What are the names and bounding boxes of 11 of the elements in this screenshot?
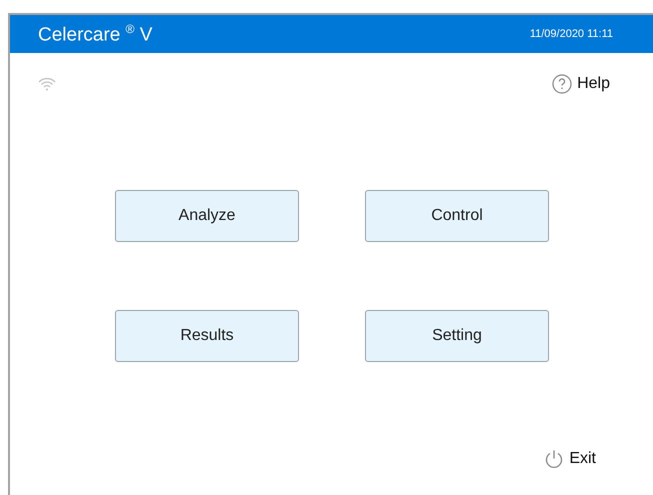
menu-button[interactable]: Analyze xyxy=(115,190,299,242)
menu-button[interactable]: Control xyxy=(365,190,549,242)
help-icon xyxy=(552,74,572,94)
power-icon xyxy=(544,449,564,469)
menu-button[interactable]: Results xyxy=(115,310,299,362)
date-time: 11/09/2020 11:11 xyxy=(530,28,613,40)
help-button[interactable]: Help xyxy=(552,74,610,94)
menu-button[interactable]: Setting xyxy=(365,310,549,362)
wifi-icon xyxy=(38,77,56,91)
app-title: Celercare $^{®}$ V xyxy=(38,22,152,46)
exit-button[interactable]: Exit xyxy=(544,449,596,469)
